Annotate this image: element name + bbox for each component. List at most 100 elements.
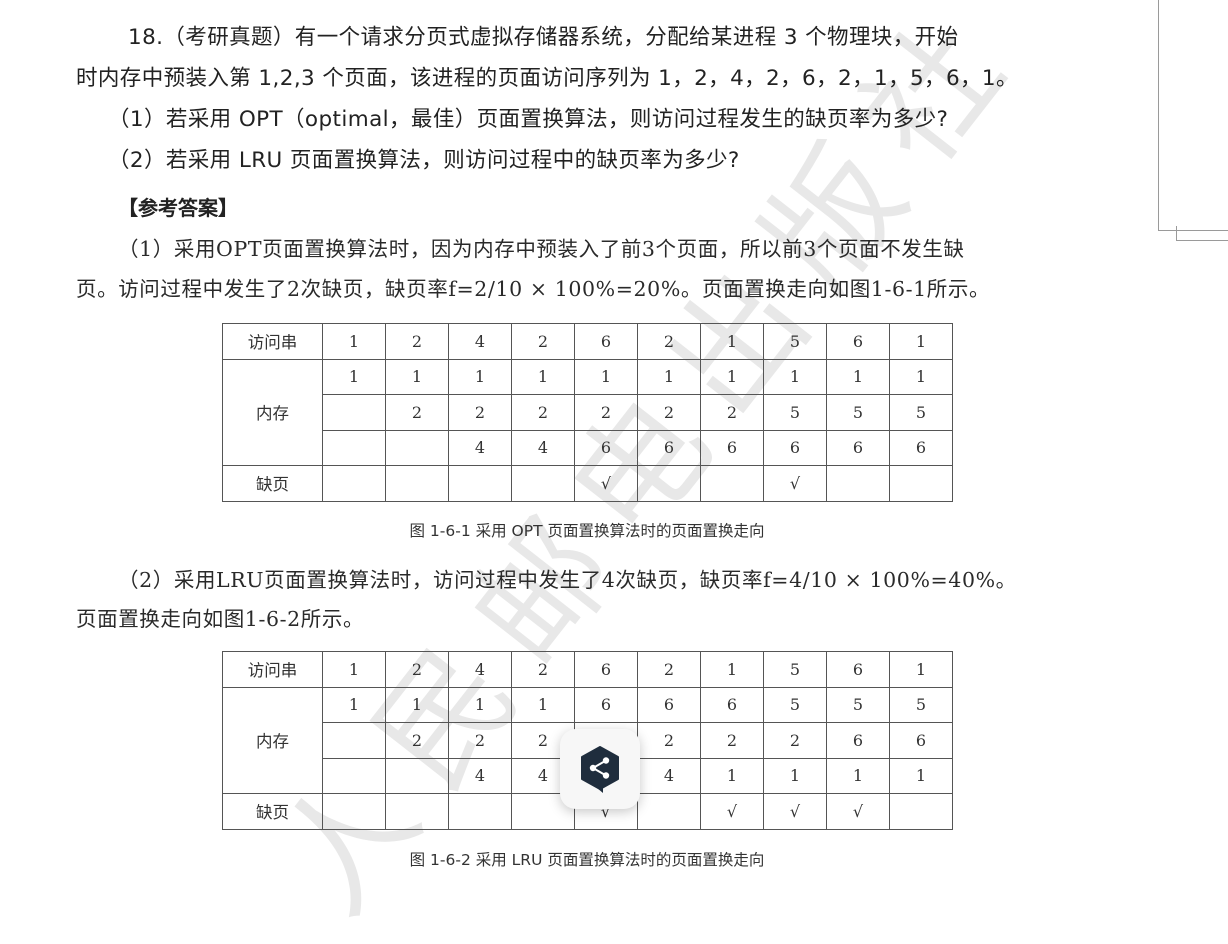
frame2-cell: 6: [889, 722, 953, 759]
fault-cell: √: [700, 793, 764, 830]
frame1-cell: 6: [700, 686, 764, 723]
frame2-cell: 2: [448, 394, 512, 431]
frame3-cell: 1: [763, 757, 827, 794]
access-cell: 4: [448, 651, 512, 688]
row-header-memory: 内存: [222, 358, 323, 466]
frame1-cell: 5: [826, 686, 890, 723]
access-cell: 1: [322, 323, 386, 360]
access-cell: 1: [889, 651, 953, 688]
access-cell: 6: [826, 323, 890, 360]
fault-cell: [448, 465, 512, 502]
frame1-cell: 1: [763, 358, 827, 395]
row-header-access: 访问串: [222, 651, 323, 688]
frame1-cell: 1: [826, 358, 890, 395]
memory-row-1: 内存 1 1 1 1 6 6 6 5 5 5: [222, 686, 953, 794]
frame3-cell: 6: [889, 429, 953, 466]
fault-cell: [511, 465, 575, 502]
question-text-line-2: 时内存中预装入第 1,2,3 个页面，该进程的页面访问序列为 1，2，4，2，6…: [76, 66, 1018, 91]
frame1-cell: 1: [322, 686, 386, 723]
frame1-cell: 6: [637, 686, 701, 723]
frame2-cell: 5: [889, 394, 953, 431]
access-cell: 1: [700, 651, 764, 688]
fault-row: 缺页 √ √: [222, 465, 953, 502]
access-cell: 2: [511, 323, 575, 360]
fault-cell: [448, 793, 512, 830]
fault-cell: √: [763, 465, 827, 502]
frame2-cell: 5: [826, 394, 890, 431]
frame3-cell: 4: [511, 429, 575, 466]
fault-cell: [637, 465, 701, 502]
question-part-1: （1）若采用 OPT（optimal，最佳）页面置换算法，则访问过程发生的缺页率…: [108, 107, 949, 132]
frame2-cell: 2: [385, 394, 449, 431]
frame3-cell: 1: [700, 757, 764, 794]
access-cell: 6: [826, 651, 890, 688]
frame1-cell: 1: [322, 358, 386, 395]
opt-page-replacement-table: 访问串 1 2 4 2 6 2 1 5 6 1 内存 1 1 1 1 1 1 1 1 1 1 2 2 2 2 2 2 5 5 5 4 4 6 6 6 6…: [222, 323, 953, 502]
access-cell: 4: [448, 323, 512, 360]
access-row: 访问串 1 2 4 2 6 2 1 5 6 1: [222, 323, 953, 360]
access-cell: 5: [763, 651, 827, 688]
question-text-line-1: 18.（考研真题）有一个请求分页式虚拟存储器系统，分配给某进程 3 个物理块，开…: [128, 25, 959, 50]
lru-answer-line-2: 页面置换走向如图1-6-2所示。: [76, 607, 365, 631]
frame2-cell: 2: [637, 722, 701, 759]
frame2-cell: 2: [448, 722, 512, 759]
frame2-cell: 6: [826, 722, 890, 759]
frame1-cell: 5: [763, 686, 827, 723]
frame1-cell: 1: [448, 686, 512, 723]
access-cell: 1: [322, 651, 386, 688]
frame1-cell: 1: [700, 358, 764, 395]
frame2-cell: 2: [574, 394, 638, 431]
frame1-cell: 5: [889, 686, 953, 723]
frame3-cell: 6: [826, 429, 890, 466]
memory-row-1: 内存 1 1 1 1 1 1 1 1 1 1: [222, 358, 953, 466]
frame2-cell: 2: [763, 722, 827, 759]
share-icon: [581, 746, 619, 793]
frame1-cell: 1: [385, 686, 449, 723]
access-cell: 1: [700, 323, 764, 360]
frame1-cell: 1: [511, 358, 575, 395]
frame1-cell: 1: [574, 358, 638, 395]
frame3-cell: 4: [448, 757, 512, 794]
access-cell: 1: [889, 323, 953, 360]
frame3-cell: 6: [700, 429, 764, 466]
answer-heading: 【参考答案】: [118, 196, 238, 220]
frame1-cell: 1: [511, 686, 575, 723]
frame2-cell: 2: [700, 394, 764, 431]
access-cell: 6: [574, 323, 638, 360]
frame2-cell: 5: [763, 394, 827, 431]
frame3-cell: 4: [637, 757, 701, 794]
access-cell: 2: [637, 323, 701, 360]
row-header-fault: 缺页: [222, 793, 323, 830]
side-page-preview-shadow: [1176, 226, 1228, 241]
question-part-2: （2）若采用 LRU 页面置换算法，则访问过程中的缺页率为多少?: [108, 148, 740, 173]
memory-row-3: 44666666: [223, 429, 953, 466]
fault-cell: [322, 465, 386, 502]
fault-cell: [826, 465, 890, 502]
frame1-cell: 1: [448, 358, 512, 395]
frame3-cell: [322, 757, 386, 794]
share-button[interactable]: [560, 729, 640, 809]
access-row: 访问串 1 2 4 2 6 2 1 5 6 1: [222, 651, 953, 688]
frame3-cell: [322, 429, 386, 466]
opt-figure-caption: 图 1-6-1 采用 OPT 页面置换算法时的页面置换走向: [409, 522, 765, 540]
side-page-preview[interactable]: [1158, 0, 1228, 231]
memory-row-2: 222222555: [223, 394, 953, 431]
fault-cell: [322, 793, 386, 830]
fault-cell: √: [763, 793, 827, 830]
fault-cell: √: [574, 465, 638, 502]
frame3-cell: [385, 757, 449, 794]
frame2-cell: [322, 722, 386, 759]
frame1-cell: 1: [889, 358, 953, 395]
access-cell: 2: [385, 651, 449, 688]
frame1-cell: 1: [385, 358, 449, 395]
frame2-cell: [322, 394, 386, 431]
frame3-cell: 6: [763, 429, 827, 466]
access-cell: 6: [574, 651, 638, 688]
row-header-fault: 缺页: [222, 465, 323, 502]
fault-cell: [889, 793, 953, 830]
fault-cell: [889, 465, 953, 502]
row-header-memory: 内存: [222, 686, 323, 794]
frame3-cell: 4: [448, 429, 512, 466]
frame3-cell: 6: [574, 429, 638, 466]
access-cell: 2: [385, 323, 449, 360]
